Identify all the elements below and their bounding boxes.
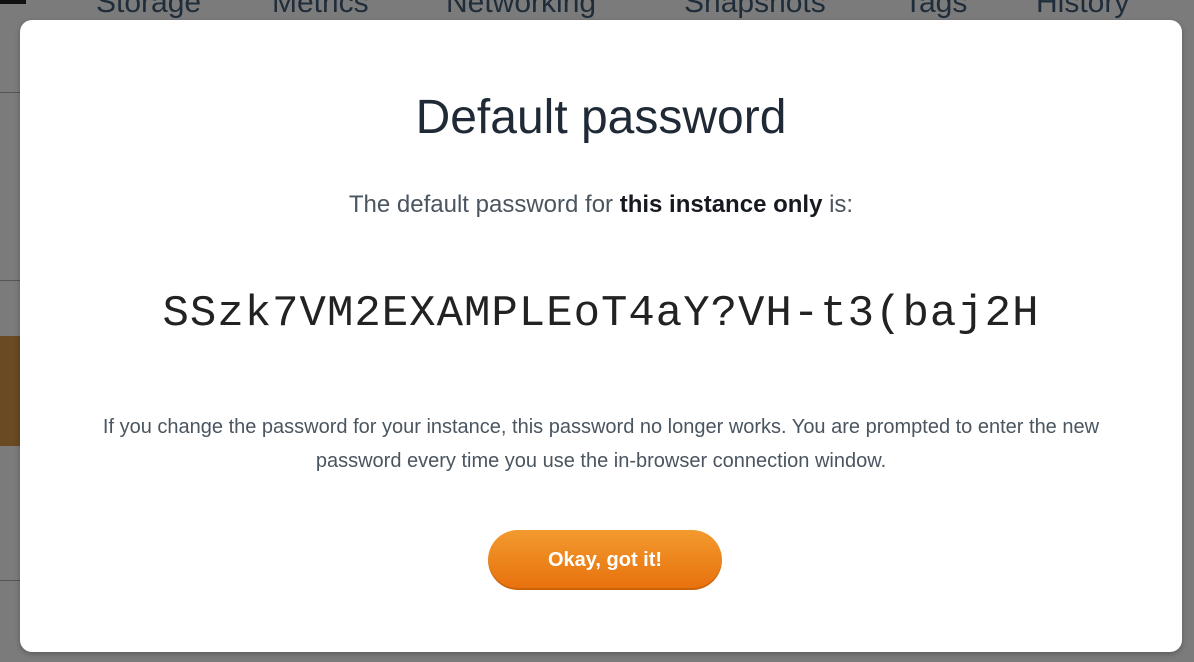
background-tab-history: History xyxy=(1036,0,1130,19)
dialog-title: Default password xyxy=(415,91,787,144)
dialog-subtitle: The default password for this instance o… xyxy=(20,190,1182,220)
subtitle-suffix: is: xyxy=(822,191,854,218)
background-tab-bar: Storage Metrics Networking Snapshots Tag… xyxy=(0,0,1194,19)
default-password-value: SSzk7VM2EXAMPLEoT4aY?VH-t3(baj2H xyxy=(162,289,1040,339)
background-tab-metrics: Metrics xyxy=(272,0,369,19)
subtitle-prefix: The default password for xyxy=(348,191,620,218)
subtitle-emphasis: this instance only xyxy=(619,191,823,218)
background-tab-snapshots: Snapshots xyxy=(684,0,826,19)
background-divider xyxy=(0,580,20,581)
okay-got-it-button[interactable]: Okay, got it! xyxy=(488,530,722,590)
background-tab-storage: Storage xyxy=(96,0,202,19)
background-left-edge xyxy=(0,0,20,662)
default-password-dialog: Default password The default password fo… xyxy=(20,20,1182,652)
background-tab-tags: Tags xyxy=(904,0,968,19)
background-divider xyxy=(0,280,20,281)
password-change-warning: If you change the password for your inst… xyxy=(102,416,1100,472)
background-highlight-block xyxy=(0,336,20,446)
background-tab-networking: Networking xyxy=(446,0,597,19)
background-divider xyxy=(0,92,20,93)
